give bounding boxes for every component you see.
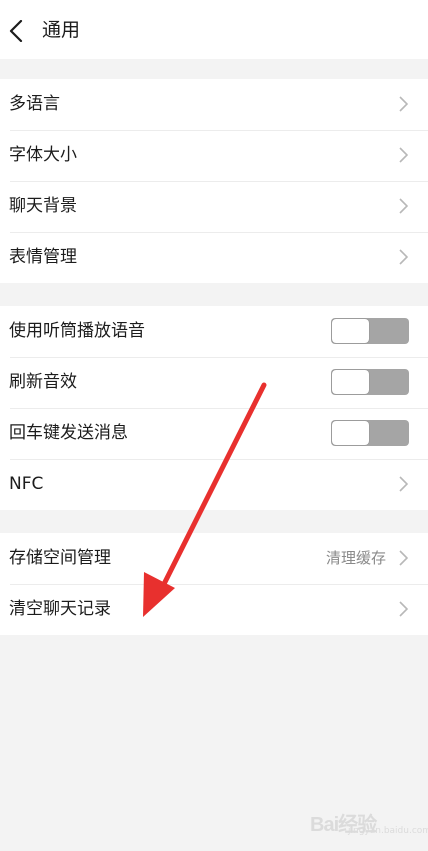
watermark-url: jingyan.baidu.com — [348, 826, 428, 836]
chevron-right-icon — [399, 601, 408, 617]
chevron-left-icon — [9, 20, 23, 42]
row-label: NFC — [9, 474, 44, 494]
chevron-right-icon — [399, 147, 408, 163]
row-label: 回车键发送消息 — [9, 423, 128, 443]
settings-row-sticker-management[interactable]: 表情管理 — [0, 232, 428, 283]
toggle-knob — [332, 319, 369, 343]
clear-cache-hint: 清理缓存 — [325, 549, 386, 567]
row-label: 字体大小 — [9, 145, 77, 165]
row-label: 存储空间管理 — [9, 548, 111, 568]
settings-row-refresh-sound: 刷新音效 — [0, 357, 428, 408]
toggle-knob — [332, 421, 369, 445]
top-bar: 通用 — [0, 0, 428, 59]
baidu-jingyan-watermark: Bai经验 jingyan.baidu.com — [308, 800, 428, 840]
settings-group-storage: 存储空间管理 清理缓存 清空聊天记录 — [0, 533, 428, 635]
settings-row-earpiece-voice: 使用听筒播放语音 — [0, 306, 428, 357]
row-label: 使用听筒播放语音 — [9, 321, 145, 341]
settings-group-display: 多语言 字体大小 聊天背景 表情管理 — [0, 79, 428, 283]
settings-row-storage-management[interactable]: 存储空间管理 清理缓存 — [0, 533, 428, 584]
page-title: 通用 — [42, 19, 81, 41]
row-label: 表情管理 — [9, 247, 77, 267]
toggle-knob — [332, 370, 369, 394]
row-label: 多语言 — [9, 94, 60, 114]
row-label: 聊天背景 — [9, 196, 77, 216]
chevron-right-icon — [399, 249, 408, 265]
earpiece-voice-toggle[interactable] — [331, 318, 409, 344]
refresh-sound-toggle[interactable] — [331, 369, 409, 395]
chevron-right-icon — [399, 198, 408, 214]
chevron-right-icon — [399, 96, 408, 112]
row-label: 刷新音效 — [9, 372, 77, 392]
back-button[interactable] — [0, 0, 34, 59]
settings-row-clear-chat-history[interactable]: 清空聊天记录 — [0, 584, 428, 635]
settings-row-nfc[interactable]: NFC — [0, 459, 428, 510]
settings-row-language[interactable]: 多语言 — [0, 79, 428, 130]
settings-row-enter-to-send: 回车键发送消息 — [0, 408, 428, 459]
chevron-right-icon — [399, 550, 408, 566]
chevron-right-icon — [399, 476, 408, 492]
settings-group-sound: 使用听筒播放语音 刷新音效 回车键发送消息 NFC — [0, 306, 428, 510]
settings-row-font-size[interactable]: 字体大小 — [0, 130, 428, 181]
settings-row-chat-background[interactable]: 聊天背景 — [0, 181, 428, 232]
enter-to-send-toggle[interactable] — [331, 420, 409, 446]
row-label: 清空聊天记录 — [9, 599, 111, 619]
